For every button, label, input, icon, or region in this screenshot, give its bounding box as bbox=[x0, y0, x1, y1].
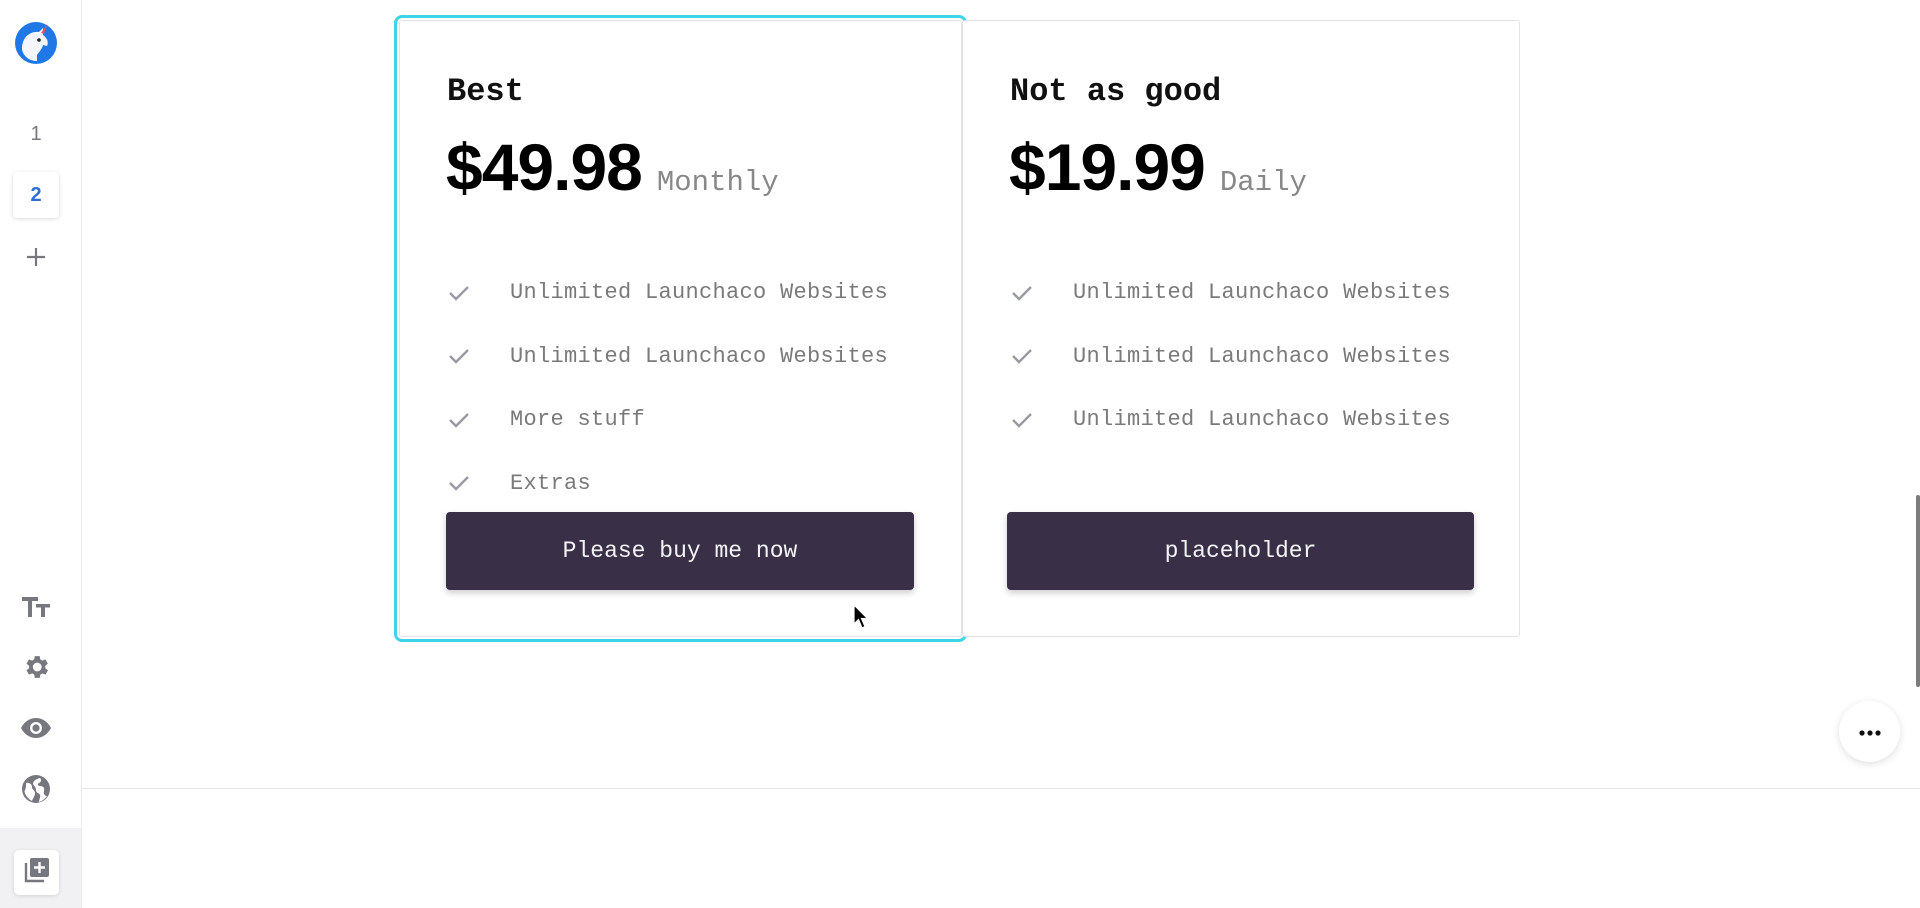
feature-list: Unlimited Launchaco Websites Unlimited L… bbox=[447, 261, 888, 515]
plus-icon[interactable] bbox=[18, 239, 54, 275]
check-icon bbox=[1012, 285, 1032, 301]
add-section-icon bbox=[23, 856, 51, 889]
add-section-button[interactable] bbox=[14, 850, 59, 895]
feature-text: Unlimited Launchaco Websites bbox=[1073, 343, 1452, 369]
section-divider bbox=[82, 788, 1920, 789]
price-row: $49.98 Monthly bbox=[446, 129, 779, 205]
pricing-card-best[interactable]: Best $49.98 Monthly Unlimited Launchaco … bbox=[394, 15, 967, 642]
check-icon bbox=[449, 349, 469, 364]
price-row: $19.99 Daily bbox=[1009, 129, 1307, 205]
feature-item: Unlimited Launchaco Websites bbox=[1010, 325, 1451, 389]
more-horizontal-icon bbox=[1858, 723, 1881, 741]
check-icon bbox=[449, 412, 469, 428]
plan-name: Best bbox=[447, 73, 524, 110]
feature-item: Unlimited Launchaco Websites bbox=[447, 261, 888, 325]
billing-period: Daily bbox=[1219, 166, 1307, 199]
eye-icon[interactable] bbox=[18, 710, 54, 746]
pricing-card-not-as-good[interactable]: Not as good $19.99 Daily Unlimited Launc… bbox=[962, 20, 1520, 637]
feature-text: Unlimited Launchaco Websites bbox=[1073, 280, 1452, 306]
check-icon bbox=[449, 285, 469, 301]
text-size-icon[interactable] bbox=[18, 589, 54, 625]
feature-item: Unlimited Launchaco Websites bbox=[447, 325, 888, 389]
feature-text: Unlimited Launchaco Websites bbox=[1073, 407, 1452, 433]
feature-item: Unlimited Launchaco Websites bbox=[1010, 388, 1451, 452]
page-number: 2 bbox=[30, 183, 42, 206]
feature-item: Extras bbox=[447, 452, 888, 516]
page-number: 1 bbox=[30, 122, 42, 145]
feature-text: More stuff bbox=[510, 407, 646, 433]
unicorn-logo-icon[interactable] bbox=[12, 19, 60, 67]
feature-text: Unlimited Launchaco Websites bbox=[510, 280, 889, 306]
vertical-scrollbar[interactable] bbox=[1916, 495, 1920, 687]
plan-name: Not as good bbox=[1010, 73, 1222, 110]
feature-text: Unlimited Launchaco Websites bbox=[510, 343, 889, 369]
feature-list: Unlimited Launchaco Websites Unlimited L… bbox=[1010, 261, 1451, 452]
feature-item: Unlimited Launchaco Websites bbox=[1010, 261, 1451, 325]
placeholder-button[interactable]: placeholder bbox=[1007, 512, 1474, 590]
page-tab-2[interactable]: 2 bbox=[13, 172, 59, 218]
mouse-cursor-icon bbox=[853, 604, 869, 629]
plan-price: $49.98 bbox=[446, 130, 643, 204]
page-tab-1[interactable]: 1 bbox=[13, 111, 59, 157]
buy-now-button[interactable]: Please buy me now bbox=[446, 512, 914, 590]
check-icon bbox=[1012, 412, 1032, 428]
check-icon bbox=[449, 476, 469, 491]
globe-icon[interactable] bbox=[18, 771, 54, 807]
plan-price: $19.99 bbox=[1009, 130, 1206, 204]
billing-period: Monthly bbox=[656, 166, 779, 199]
feature-item: More stuff bbox=[447, 388, 888, 452]
more-options-button[interactable] bbox=[1839, 701, 1900, 762]
gear-icon[interactable] bbox=[18, 649, 54, 685]
feature-text: Extras bbox=[510, 470, 592, 496]
editor-sidebar: 1 2 bbox=[0, 0, 82, 908]
check-icon bbox=[1012, 349, 1032, 364]
